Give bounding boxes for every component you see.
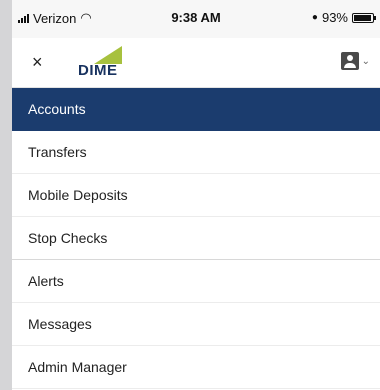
menu-item-alerts[interactable]: Alerts	[12, 260, 380, 303]
status-bar: Verizon ◠ 9:38 AM ● 93%	[12, 0, 380, 38]
menu-item-mobile-deposits[interactable]: Mobile Deposits	[12, 174, 380, 217]
app-header: × DIME ⌄	[12, 38, 380, 88]
battery-percent: 93%	[321, 10, 348, 25]
profile-menu-button[interactable]: ⌄	[340, 52, 370, 70]
menu-item-stop-checks[interactable]: Stop Checks	[12, 217, 380, 260]
menu-item-accounts[interactable]: Accounts	[12, 88, 380, 131]
dime-logo: DIME	[72, 46, 132, 82]
menu-item-transfers[interactable]: Transfers	[12, 131, 380, 174]
status-right: ● 93%	[311, 10, 376, 25]
menu-item-messages[interactable]: Messages	[12, 303, 380, 346]
menu-item-admin-manager[interactable]: Admin Manager	[12, 346, 380, 389]
user-icon	[340, 52, 359, 70]
close-button[interactable]: ×	[32, 52, 43, 73]
battery-icon	[352, 12, 376, 23]
alarm-icon: ●	[311, 12, 318, 23]
app-screen: Verizon ◠ 9:38 AM ● 93% × DIME ⌄ Account…	[12, 0, 380, 390]
logo-text: DIME	[78, 62, 118, 79]
chevron-down-icon: ⌄	[361, 55, 370, 67]
nav-menu: Accounts Transfers Mobile Deposits Stop …	[12, 88, 380, 389]
